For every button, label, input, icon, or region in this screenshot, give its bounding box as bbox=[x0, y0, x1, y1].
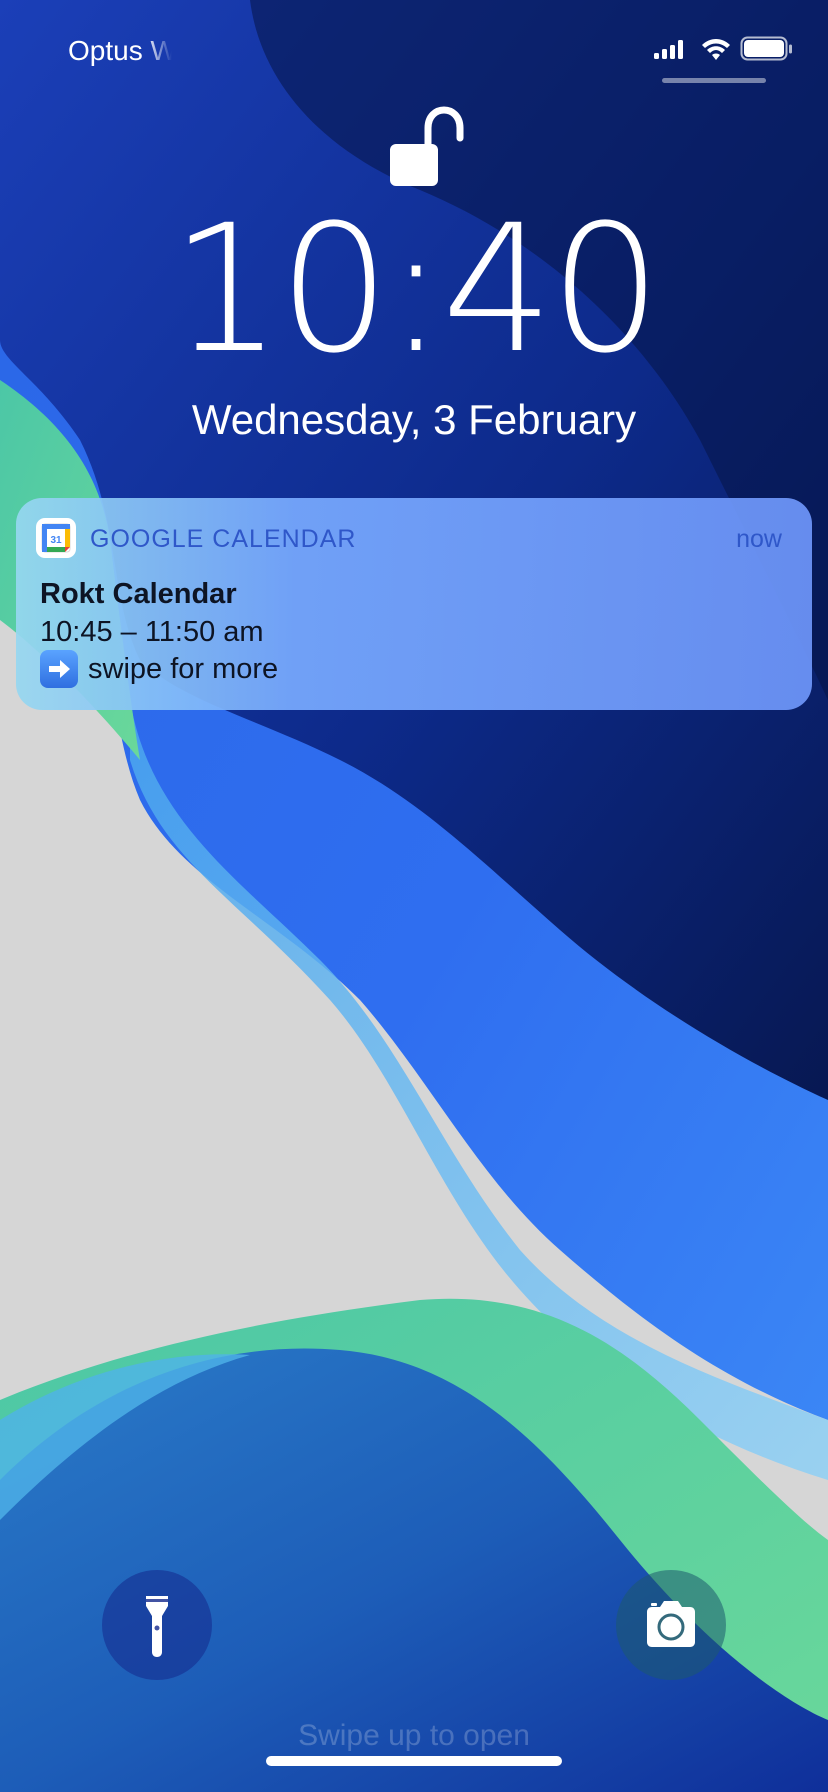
swipe-up-hint: Swipe up to open bbox=[298, 1719, 530, 1752]
flashlight-icon bbox=[146, 1596, 168, 1657]
unlocked-padlock-icon bbox=[390, 106, 464, 186]
status-underline bbox=[662, 78, 766, 83]
camera-button[interactable] bbox=[616, 1570, 726, 1680]
lock-screen: Optus W 10:40 Wednesday, 3 February 31 G… bbox=[0, 0, 828, 1792]
google-calendar-icon: 31 bbox=[36, 518, 76, 558]
notification-app-name: GOOGLE CALENDAR bbox=[90, 525, 357, 553]
battery-icon bbox=[740, 36, 792, 61]
clock-time: 10:40 bbox=[170, 187, 661, 392]
notification-time: now bbox=[736, 525, 782, 553]
home-indicator[interactable] bbox=[266, 1756, 562, 1766]
notification-more-line: swipe for more bbox=[40, 650, 278, 688]
cellular-signal-icon bbox=[654, 40, 683, 59]
notification-body: 10:45 – 11:50 am bbox=[40, 616, 264, 648]
camera-icon bbox=[647, 1601, 695, 1647]
carrier-name: Optus W bbox=[68, 35, 172, 66]
calendar-notification[interactable]: 31 GOOGLE CALENDAR now Rokt Calendar 10:… bbox=[16, 498, 812, 710]
notification-more-text: swipe for more bbox=[88, 653, 279, 685]
flashlight-button[interactable] bbox=[102, 1570, 212, 1680]
notification-title: Rokt Calendar bbox=[40, 578, 237, 610]
status-bar: Optus W bbox=[0, 0, 828, 100]
clock-date: Wednesday, 3 February bbox=[191, 396, 637, 443]
wifi-icon bbox=[702, 39, 730, 60]
right-arrow-emoji-icon bbox=[40, 650, 78, 688]
calendar-day-number: 31 bbox=[50, 535, 62, 546]
